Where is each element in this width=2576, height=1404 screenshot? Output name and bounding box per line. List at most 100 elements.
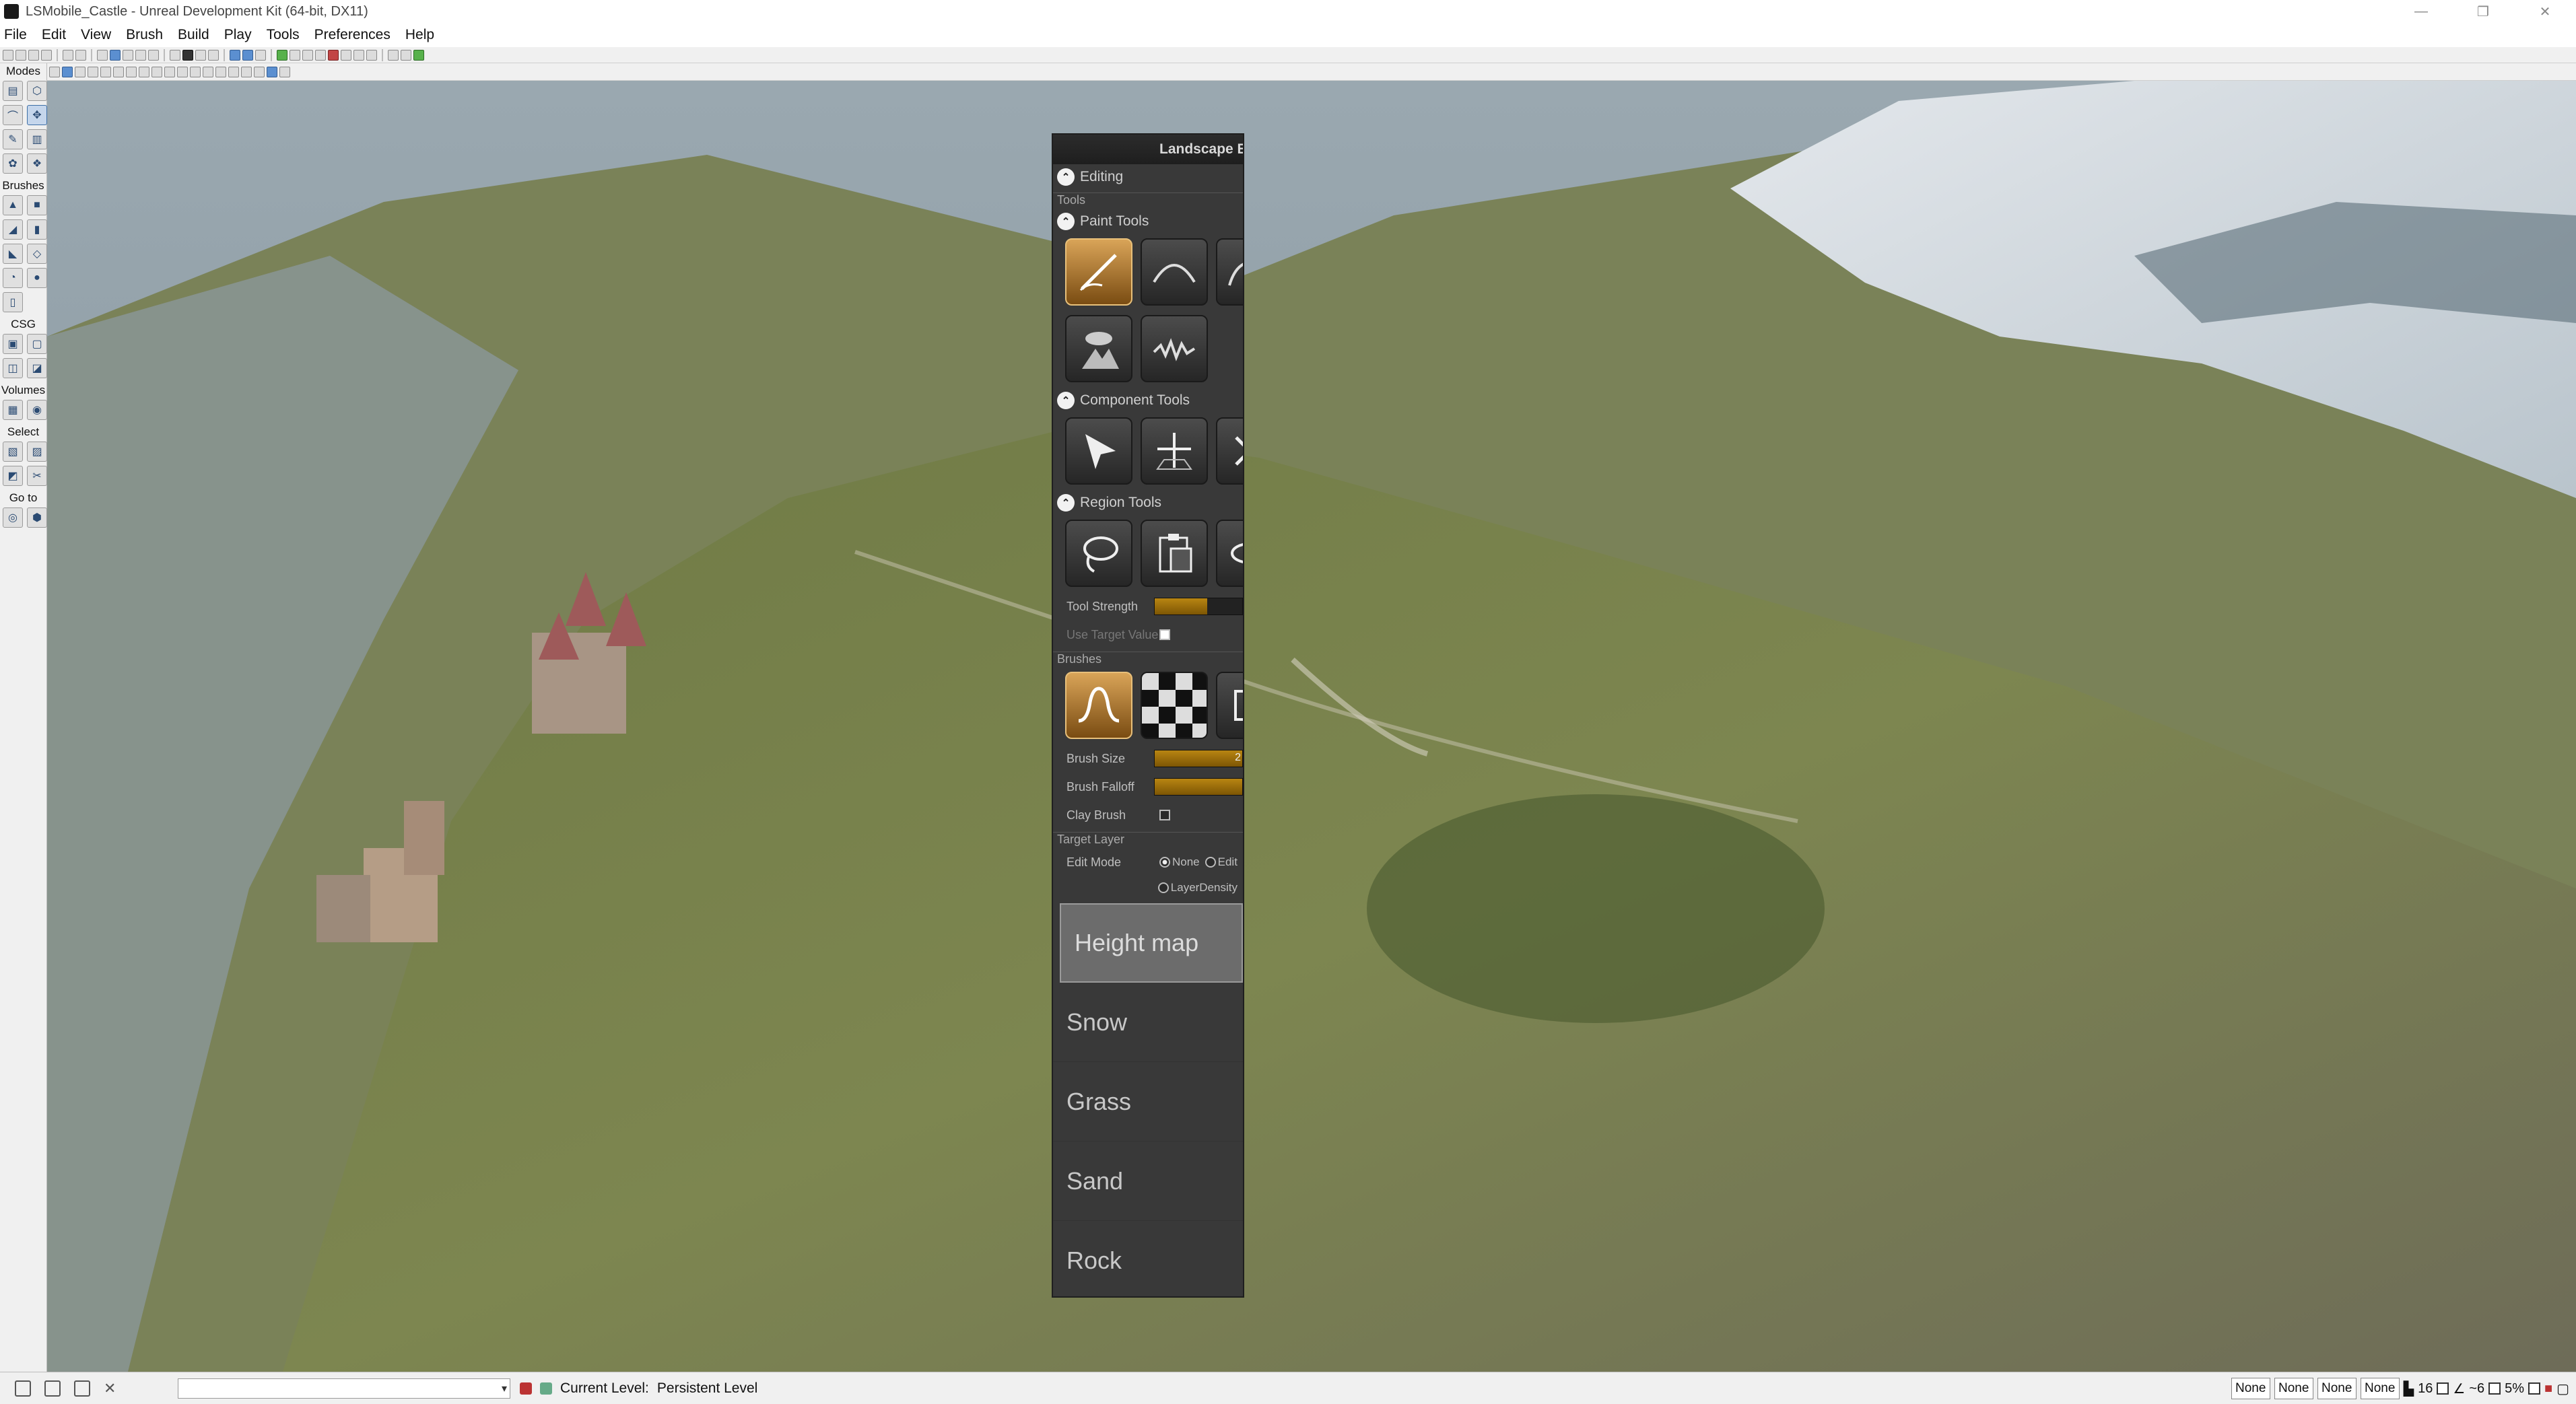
circle-brush-button[interactable]: [1065, 672, 1132, 739]
terrain-mode-button[interactable]: ⌒: [3, 105, 23, 125]
grid-size-value[interactable]: 16: [2418, 1381, 2433, 1397]
cube-brush-button[interactable]: ■: [27, 195, 47, 215]
sphere-brush-button[interactable]: ●: [27, 268, 47, 288]
unlit-icon[interactable]: [88, 66, 98, 77]
status-none-box-1[interactable]: None: [2231, 1378, 2270, 1399]
play-in-console-icon[interactable]: [388, 49, 399, 61]
rotation-snap-checkbox[interactable]: [2437, 1382, 2449, 1395]
autosave-icon[interactable]: ■: [2544, 1381, 2552, 1397]
volume-menu-button[interactable]: ◉: [27, 400, 47, 420]
close-button[interactable]: ✕: [2514, 0, 2576, 23]
foliage-mode-button[interactable]: ✿: [3, 153, 23, 174]
drag-grid-checkbox[interactable]: [2528, 1382, 2540, 1395]
maximize-icon[interactable]: ▢: [2556, 1380, 2569, 1397]
rotation-snap-value[interactable]: ~6: [2469, 1381, 2484, 1397]
landscape-mode-button[interactable]: ✥: [27, 105, 47, 125]
wireframe-icon[interactable]: [75, 66, 86, 77]
build-geometry-icon[interactable]: [277, 49, 287, 61]
texture-align-mode-button[interactable]: ✎: [3, 129, 23, 149]
lit-lightmap-density-icon[interactable]: [190, 66, 201, 77]
menu-view[interactable]: View: [81, 27, 111, 43]
menu-preferences[interactable]: Preferences: [314, 27, 391, 43]
menu-tools[interactable]: Tools: [267, 27, 300, 43]
edit-mode-none-radio[interactable]: None: [1159, 855, 1200, 869]
status-none-box-2[interactable]: None: [2274, 1378, 2313, 1399]
hide-selected-button[interactable]: ▨: [27, 442, 47, 462]
menu-help[interactable]: Help: [405, 27, 434, 43]
camera-mode-button[interactable]: ▤: [3, 81, 23, 101]
pie-settings-icon[interactable]: [353, 49, 364, 61]
play-in-viewport-icon[interactable]: [267, 66, 277, 77]
kismet-icon[interactable]: [195, 49, 206, 61]
component-tools-header[interactable]: ⌃ Component Tools: [1053, 388, 1243, 413]
cone-brush-button[interactable]: ▲: [3, 195, 23, 215]
status-none-box-4[interactable]: None: [2360, 1378, 2400, 1399]
mesh-paint-mode-button[interactable]: ▥: [27, 129, 47, 149]
scale-snap-value[interactable]: 5%: [2505, 1381, 2524, 1397]
minimize-button[interactable]: —: [2390, 0, 2452, 23]
sculpt-tool-button[interactable]: [1065, 238, 1132, 306]
game-view-icon[interactable]: [241, 66, 252, 77]
reflections-icon[interactable]: [203, 66, 213, 77]
goto-actor-button[interactable]: ◎: [3, 507, 23, 528]
edit-mode-layer-density-radio[interactable]: LayerDensity: [1157, 881, 1238, 894]
lighting-quality-icon[interactable]: [341, 49, 351, 61]
volumetric-brush-button[interactable]: ▯: [3, 292, 23, 312]
cylinder-brush-button[interactable]: ▮: [27, 219, 47, 240]
build-cover-icon[interactable]: [315, 49, 326, 61]
detail-lighting-icon[interactable]: [113, 66, 124, 77]
menu-brush[interactable]: Brush: [126, 27, 163, 43]
csg-intersect-button[interactable]: ◫: [3, 358, 23, 378]
maximize-viewport-icon[interactable]: [279, 66, 290, 77]
visibility-tool-button[interactable]: [1216, 520, 1243, 587]
lit-icon[interactable]: [100, 66, 111, 77]
editing-header[interactable]: ⌃ Editing: [1053, 164, 1243, 190]
menu-edit[interactable]: Edit: [42, 27, 66, 43]
scale-icon[interactable]: [135, 49, 146, 61]
csg-add-button[interactable]: ▣: [3, 334, 23, 354]
landscape-editor-title[interactable]: Landscape Ed: [1053, 135, 1243, 164]
save-all-icon[interactable]: [41, 49, 52, 61]
matinee-icon[interactable]: [208, 49, 219, 61]
show-all-button[interactable]: ✂: [27, 466, 47, 486]
undo-icon[interactable]: [63, 49, 73, 61]
tool-strength-slider[interactable]: [1154, 598, 1243, 615]
content-browser-icon[interactable]: [182, 49, 193, 61]
world-icon[interactable]: [255, 49, 266, 61]
new-icon[interactable]: [3, 49, 13, 61]
snap-icon[interactable]: [148, 49, 159, 61]
layer-snow[interactable]: Snow: [1053, 983, 1243, 1062]
scale-snap-checkbox[interactable]: [2488, 1382, 2501, 1395]
restore-button[interactable]: ❐: [2452, 0, 2514, 23]
level-lock-icon[interactable]: [520, 1382, 532, 1395]
level-visibility-icon[interactable]: [540, 1382, 552, 1395]
camera-icon[interactable]: [254, 66, 265, 77]
alpha-brush-button[interactable]: [1141, 672, 1208, 739]
mobile-preview-icon[interactable]: [366, 49, 377, 61]
translate-icon[interactable]: [110, 49, 121, 61]
csg-subtract-button[interactable]: ▢: [27, 334, 47, 354]
menu-play[interactable]: Play: [224, 27, 252, 43]
perspective-icon[interactable]: [49, 66, 60, 77]
layer-height-map[interactable]: Height map: [1060, 903, 1243, 983]
csg-deintersect-button[interactable]: ◪: [27, 358, 47, 378]
region-tools-header[interactable]: ⌃ Region Tools: [1053, 490, 1243, 516]
collapse-chevron-icon[interactable]: ⌃: [1057, 494, 1075, 512]
menu-file[interactable]: File: [4, 27, 27, 43]
clay-brush-checkbox[interactable]: [1159, 810, 1170, 820]
geometry-mode-button[interactable]: ⬡: [27, 81, 47, 101]
add-component-tool-button[interactable]: [1141, 417, 1208, 485]
realtime-icon[interactable]: [62, 66, 73, 77]
curved-stair-brush-button[interactable]: ◢: [3, 219, 23, 240]
pattern-brush-button[interactable]: [1216, 672, 1243, 739]
window-icon[interactable]: [44, 1380, 61, 1397]
select-icon[interactable]: [97, 49, 108, 61]
show-flags-icon[interactable]: [215, 66, 226, 77]
build-all-icon[interactable]: [328, 49, 339, 61]
delete-component-tool-button[interactable]: [1216, 417, 1243, 485]
save-icon[interactable]: [28, 49, 39, 61]
paint-tools-header[interactable]: ⌃ Paint Tools: [1053, 209, 1243, 234]
play-icon[interactable]: [413, 49, 424, 61]
view-mode-icon[interactable]: [242, 49, 253, 61]
add-volume-button[interactable]: ▦: [3, 400, 23, 420]
